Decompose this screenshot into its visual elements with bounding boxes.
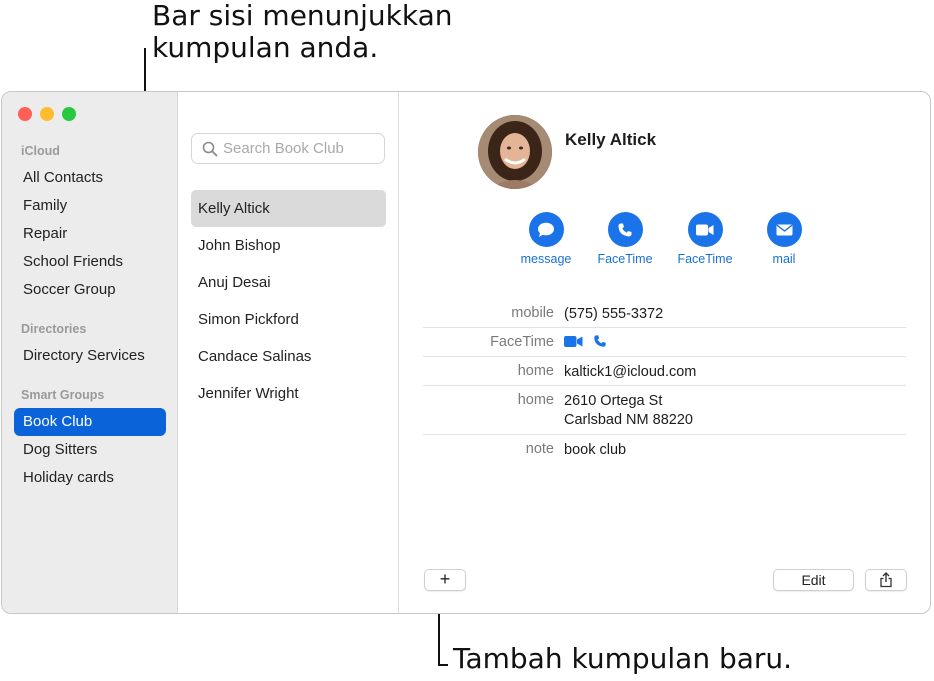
- share-button[interactable]: [865, 569, 907, 591]
- message-action-button[interactable]: message: [506, 212, 586, 266]
- contact-list-item[interactable]: Candace Salinas: [191, 338, 386, 375]
- note-value[interactable]: book club: [564, 441, 626, 460]
- facetime-audio-action-label: FaceTime: [597, 252, 653, 266]
- sidebar-item-repair[interactable]: Repair: [14, 220, 166, 248]
- field-divider: [423, 385, 906, 386]
- mobile-value[interactable]: (575) 555-3372: [564, 305, 663, 324]
- address-line1: 2610 Ortega St: [564, 393, 663, 409]
- close-window-button[interactable]: [18, 107, 32, 121]
- facetime-video-action-label: FaceTime: [677, 252, 733, 266]
- mail-action-button[interactable]: mail: [744, 212, 824, 266]
- contact-list-item[interactable]: John Bishop: [191, 227, 386, 264]
- mail-icon: [766, 212, 802, 247]
- sidebar-callout: Bar sisi menunjukkan kumpulan anda.: [152, 0, 512, 64]
- mobile-label: mobile: [511, 305, 554, 321]
- search-input[interactable]: [223, 134, 381, 163]
- sidebar-section-icloud: iCloud: [21, 144, 60, 158]
- facetime-video-icon[interactable]: [564, 335, 583, 348]
- contact-name: Kelly Altick: [565, 130, 657, 149]
- facetime-actions: [564, 334, 607, 348]
- field-divider: [423, 356, 906, 357]
- message-action-label: message: [520, 252, 572, 266]
- contact-list-panel: Kelly Altick John Bishop Anuj Desai Simo…: [178, 92, 399, 613]
- avatar-photo-icon: [478, 115, 552, 189]
- sidebar-section-smart-groups: Smart Groups: [21, 388, 105, 402]
- field-divider: [423, 327, 906, 328]
- facetime-audio-action-button[interactable]: FaceTime: [585, 212, 665, 266]
- search-field[interactable]: [191, 133, 385, 164]
- share-icon: [880, 572, 892, 588]
- facetime-audio-icon[interactable]: [593, 334, 607, 348]
- sidebar-item-book-club[interactable]: Book Club: [14, 408, 166, 436]
- video-icon: [687, 212, 723, 247]
- address-value[interactable]: 2610 Ortega St Carlsbad NM 88220: [564, 392, 693, 430]
- window-controls: [18, 107, 76, 121]
- sidebar-item-soccer-group[interactable]: Soccer Group: [14, 276, 166, 304]
- sidebar-item-all-contacts[interactable]: All Contacts: [14, 164, 166, 192]
- address-line2: Carlsbad NM 88220: [564, 412, 693, 428]
- facetime-video-action-button[interactable]: FaceTime: [665, 212, 745, 266]
- sidebar-item-family[interactable]: Family: [14, 192, 166, 220]
- add-group-button[interactable]: +: [424, 569, 466, 591]
- email-value[interactable]: kaltick1@icloud.com: [564, 363, 696, 382]
- note-label: note: [525, 441, 554, 457]
- sidebar-item-dog-sitters[interactable]: Dog Sitters: [14, 436, 166, 464]
- email-label: home: [517, 363, 554, 379]
- sidebar-callout-line2: kumpulan anda.: [152, 31, 379, 64]
- facetime-label: FaceTime: [490, 334, 554, 350]
- contact-list-item[interactable]: Anuj Desai: [191, 264, 386, 301]
- mail-action-label: mail: [772, 252, 796, 266]
- contact-list-item[interactable]: Simon Pickford: [191, 301, 386, 338]
- zoom-window-button[interactable]: [62, 107, 76, 121]
- phone-icon: [607, 212, 643, 247]
- add-group-callout-leader-tick: [438, 664, 448, 666]
- search-icon: [202, 141, 218, 157]
- sidebar-item-directory-services[interactable]: Directory Services: [14, 342, 166, 370]
- contact-detail-panel: Kelly Altick message FaceTime FaceTime m…: [399, 92, 930, 613]
- contact-list-item[interactable]: Kelly Altick: [191, 190, 386, 227]
- minimize-window-button[interactable]: [40, 107, 54, 121]
- sidebar-callout-line1: Bar sisi menunjukkan: [152, 0, 453, 32]
- contacts-window: iCloud All Contacts Family Repair School…: [1, 91, 931, 614]
- sidebar: iCloud All Contacts Family Repair School…: [2, 92, 178, 613]
- contact-avatar[interactable]: [478, 115, 552, 189]
- address-label: home: [517, 392, 554, 408]
- edit-button[interactable]: Edit: [773, 569, 854, 591]
- sidebar-section-directories: Directories: [21, 322, 87, 336]
- contact-list-item[interactable]: Jennifer Wright: [191, 375, 386, 412]
- sidebar-item-holiday-cards[interactable]: Holiday cards: [14, 464, 166, 492]
- field-divider: [423, 434, 906, 435]
- sidebar-item-school-friends[interactable]: School Friends: [14, 248, 166, 276]
- add-group-callout: Tambah kumpulan baru.: [453, 642, 793, 675]
- message-icon: [528, 212, 564, 247]
